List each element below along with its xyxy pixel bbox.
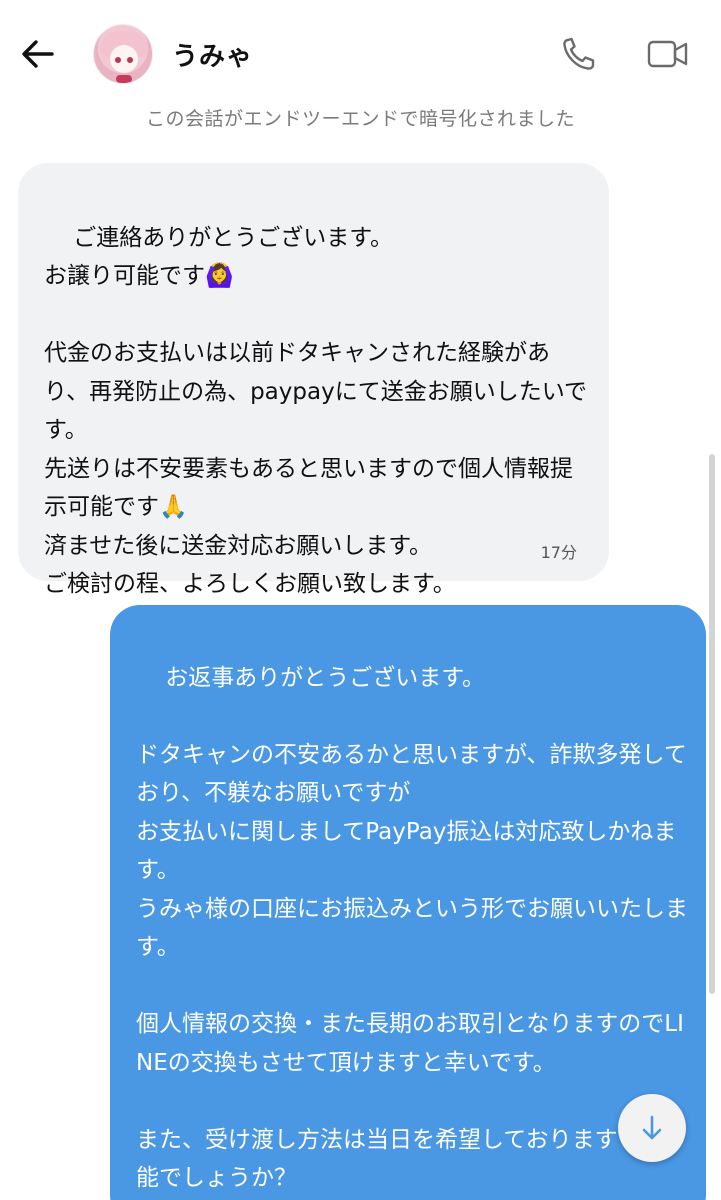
video-camera-icon[interactable] [646, 34, 690, 74]
chat-header: うみゃ [0, 0, 721, 104]
chat-screen: うみゃ この会話がエンドツーエンドで暗号化されました ご連絡ありがとうございます… [0, 0, 721, 1200]
phone-icon[interactable] [558, 34, 602, 74]
message-text: お返事ありがとうございます。 ドタキャンの不安あるかと思いますが、詐欺多発してお… [136, 664, 688, 1192]
message-text: ご連絡ありがとうございます。 お譲り可能です🙆‍♀️ 代金のお支払いは以前ドタキ… [44, 224, 588, 598]
scrollbar[interactable] [709, 454, 715, 994]
contact-name[interactable]: うみゃ [172, 36, 253, 73]
arrow-left-icon[interactable] [18, 34, 58, 74]
avatar[interactable] [93, 24, 153, 84]
message-timestamp: 17分 [540, 543, 577, 562]
message-outgoing[interactable]: お返事ありがとうございます。 ドタキャンの不安あるかと思いますが、詐欺多発してお… [110, 605, 706, 1200]
arrow-down-icon [642, 1115, 662, 1140]
encryption-notice: この会話がエンドツーエンドで暗号化されました [145, 108, 575, 130]
message-incoming[interactable]: ご連絡ありがとうございます。 お譲り可能です🙆‍♀️ 代金のお支払いは以前ドタキ… [18, 163, 609, 597]
scroll-to-bottom-button[interactable] [618, 1094, 686, 1162]
